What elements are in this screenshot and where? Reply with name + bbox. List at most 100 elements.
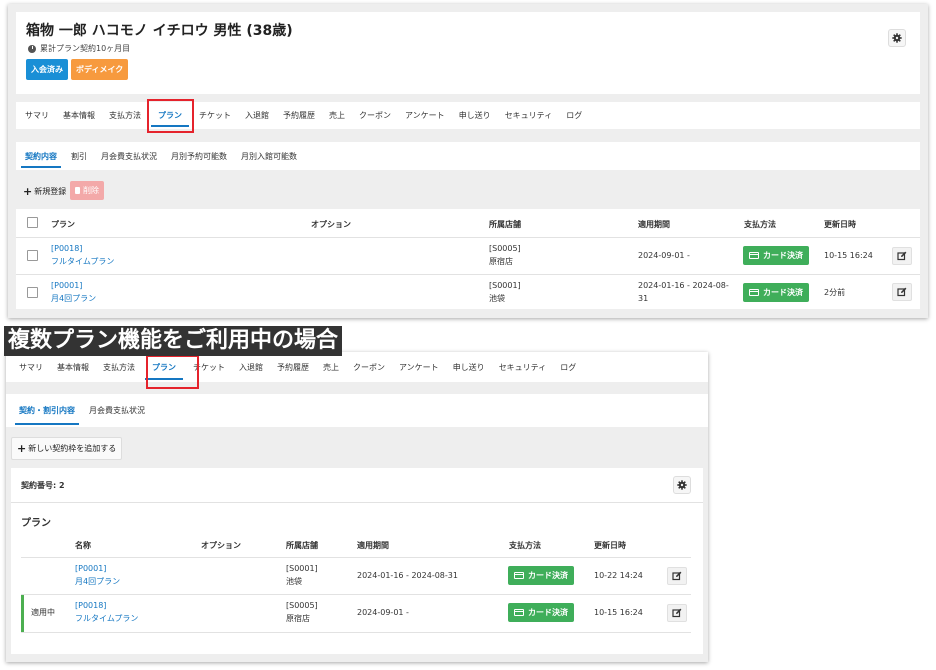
header-store: 所属店舗 xyxy=(286,541,318,550)
contract-settings-button[interactable] xyxy=(673,476,691,494)
edit-button[interactable] xyxy=(892,283,912,301)
subtab-monthly-fee-status[interactable]: 月会費支払状況 xyxy=(94,142,164,170)
period: 2024-01-16 - 2024-08-31 xyxy=(357,571,458,580)
subtab-monthly-fee-status[interactable]: 月会費支払状況 xyxy=(82,394,152,427)
active-indicator xyxy=(21,595,24,632)
updated-at: 2分前 xyxy=(824,288,846,297)
plus-icon: + xyxy=(17,442,27,455)
badge-list: 入会済み ボディメイク xyxy=(26,59,129,80)
updated-at: 10-22 14:24 xyxy=(594,571,643,580)
store-code: [S0001] xyxy=(489,281,521,290)
plan-code-link[interactable]: [P0001] xyxy=(75,563,106,575)
tab-survey[interactable]: アンケート xyxy=(392,352,446,382)
member-header: 箱物 一郎 ハコモノ イチロウ 男性 (38歳) 累計プラン契約10ヶ月目 入会… xyxy=(16,12,920,94)
tab-security[interactable]: セキュリティ xyxy=(492,352,554,382)
tab-basic-info[interactable]: 基本情報 xyxy=(56,102,102,129)
select-all-checkbox[interactable] xyxy=(27,217,38,228)
card-icon xyxy=(749,289,759,296)
tab-log[interactable]: ログ xyxy=(553,352,583,382)
tab-coupon[interactable]: クーポン xyxy=(352,102,398,129)
plan-name-link[interactable]: 月4回プラン xyxy=(75,576,120,588)
plan-name-link[interactable]: フルタイムプラン xyxy=(75,613,138,625)
tab-survey[interactable]: アンケート xyxy=(398,102,452,129)
tab-entry-exit[interactable]: 入退館 xyxy=(232,352,270,382)
plan-code-link[interactable]: [P0018] xyxy=(51,243,82,255)
plan-name-link[interactable]: 月4回プラン xyxy=(51,293,96,305)
updated-at: 10-15 16:24 xyxy=(594,608,643,617)
header-period: 適用期間 xyxy=(357,541,389,550)
header-option: オプション xyxy=(201,541,241,550)
edit-icon xyxy=(672,608,682,618)
plan-name-link[interactable]: フルタイムプラン xyxy=(51,256,114,268)
store-code: [S0005] xyxy=(286,601,318,610)
tab-summary[interactable]: サマリ xyxy=(12,352,50,382)
add-new-button[interactable]: + 新規登録 xyxy=(17,180,72,203)
header-store: 所属店舗 xyxy=(489,220,521,229)
row-checkbox[interactable] xyxy=(27,287,38,298)
subtab-discount[interactable]: 割引 xyxy=(64,142,94,170)
trash-icon xyxy=(75,187,80,194)
highlight-box-plan-tab xyxy=(146,355,199,389)
tab-entry-exit[interactable]: 入退館 xyxy=(238,102,276,129)
period: 2024-09-01 - xyxy=(357,608,409,617)
edit-button[interactable] xyxy=(892,247,912,265)
store-name: 原宿店 xyxy=(489,257,513,266)
tab-payment-method[interactable]: 支払方法 xyxy=(102,102,148,129)
divider xyxy=(16,237,920,238)
delete-button[interactable]: 削除 xyxy=(70,181,104,200)
period-end: 31 xyxy=(638,294,649,303)
plan-table: プラン オプション 所属店舗 適用期間 支払方法 更新日時 [P0018] フル… xyxy=(16,209,920,309)
tab-basic-info[interactable]: 基本情報 xyxy=(50,352,96,382)
screenshot-single-plan: 箱物 一郎 ハコモノ イチロウ 男性 (38歳) 累計プラン契約10ヶ月目 入会… xyxy=(8,4,928,318)
subtab-monthly-reservable[interactable]: 月別予約可能数 xyxy=(164,142,234,170)
tab-coupon[interactable]: クーポン xyxy=(346,352,392,382)
edit-button[interactable] xyxy=(667,567,687,585)
divider xyxy=(21,594,691,595)
header-updated: 更新日時 xyxy=(824,220,856,229)
add-new-label: 新規登録 xyxy=(34,187,67,196)
edit-icon xyxy=(897,251,907,261)
store-name: 池袋 xyxy=(286,577,302,586)
row-checkbox[interactable] xyxy=(27,250,38,261)
tab-payment-method[interactable]: 支払方法 xyxy=(96,352,142,382)
tab-sales[interactable]: 売上 xyxy=(322,102,352,129)
header-name: 名称 xyxy=(75,541,91,550)
subtab-contract-discount[interactable]: 契約・割引内容 xyxy=(12,394,82,427)
divider xyxy=(16,274,920,275)
sub-tab-bar: 契約・割引内容 月会費支払状況 xyxy=(6,394,708,427)
gear-icon xyxy=(677,480,687,490)
edit-icon xyxy=(897,287,907,297)
payment-badge: カード決済 xyxy=(743,283,809,302)
card-icon xyxy=(514,609,524,616)
member-name: 箱物 一郎 ハコモノ イチロウ 男性 (38歳) xyxy=(26,23,293,39)
tab-log[interactable]: ログ xyxy=(559,102,589,129)
subtab-monthly-entry[interactable]: 月別入館可能数 xyxy=(234,142,304,170)
tab-ticket[interactable]: チケット xyxy=(192,102,238,129)
payment-badge: カード決済 xyxy=(743,246,809,265)
subtab-contract-details[interactable]: 契約内容 xyxy=(18,142,64,170)
contract-months: 累計プラン契約10ヶ月目 xyxy=(28,43,130,54)
plan-code-link[interactable]: [P0018] xyxy=(75,600,106,612)
delete-label: 削除 xyxy=(83,186,99,195)
period: 2024-09-01 - xyxy=(638,251,690,260)
add-contract-label: 新しい契約枠を追加する xyxy=(28,444,117,453)
plan-code-link[interactable]: [P0001] xyxy=(51,280,82,292)
contract-card: 契約番号: 2 プラン 名称 オプション 所属店舗 適用期間 支払方法 更新日時… xyxy=(11,468,703,654)
status-active: 適用中 xyxy=(31,608,55,617)
main-tab-bar: サマリ 基本情報 支払方法 プラン チケット 入退館 予約履歴 売上 クーポン … xyxy=(6,352,708,382)
tab-handover[interactable]: 申し送り xyxy=(452,102,498,129)
edit-icon xyxy=(672,571,682,581)
edit-button[interactable] xyxy=(667,604,687,622)
tab-handover[interactable]: 申し送り xyxy=(446,352,492,382)
payment-label: カード決済 xyxy=(528,608,568,617)
contract-months-text: 累計プラン契約10ヶ月目 xyxy=(40,44,131,53)
tab-security[interactable]: セキュリティ xyxy=(498,102,560,129)
caption-multi-plan: 複数プラン機能をご利用中の場合 xyxy=(4,326,343,356)
tab-reservation-history[interactable]: 予約履歴 xyxy=(270,352,316,382)
tab-reservation-history[interactable]: 予約履歴 xyxy=(276,102,322,129)
divider xyxy=(11,502,703,503)
tab-summary[interactable]: サマリ xyxy=(18,102,56,129)
add-contract-button[interactable]: + 新しい契約枠を追加する xyxy=(11,437,123,460)
tab-sales[interactable]: 売上 xyxy=(316,352,346,382)
settings-button[interactable] xyxy=(888,29,906,47)
